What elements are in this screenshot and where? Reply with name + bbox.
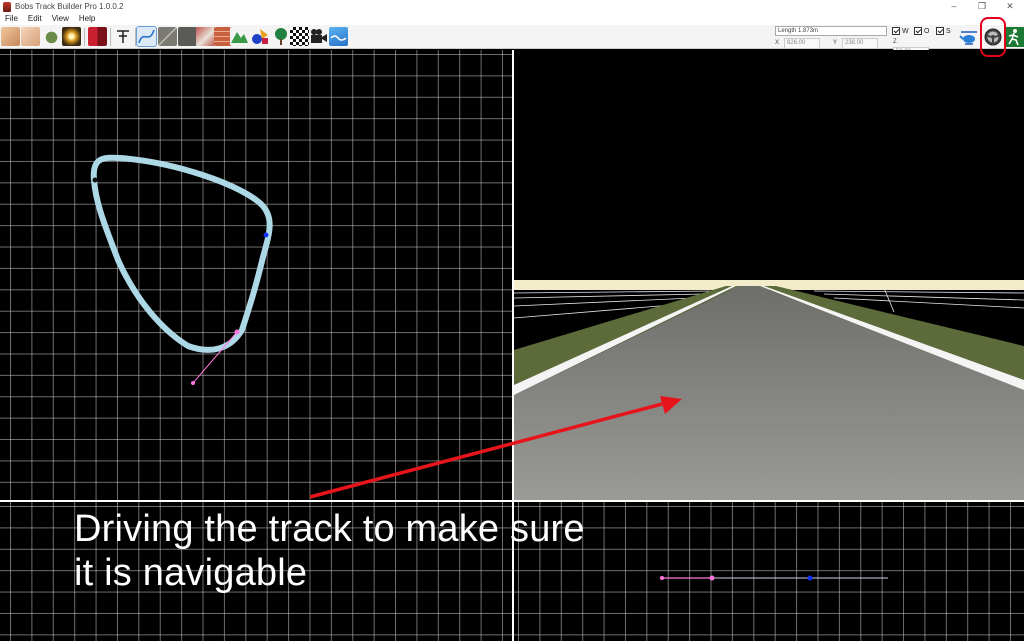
menu-help[interactable]: Help [74, 13, 100, 25]
hand-select-icon[interactable] [1, 27, 20, 46]
highlight-ring-annotation [980, 17, 1006, 57]
tangent-handle-line [192, 331, 238, 384]
mountain-terrain-icon[interactable] [230, 27, 249, 46]
position-readouts: Length 1.873m X826.00 Y238.00 Z58.00 [775, 26, 929, 58]
terrain-map-icon[interactable] [42, 27, 61, 46]
y-coordinate: Y 238.00 [833, 38, 878, 49]
control-point-selected[interactable] [263, 232, 269, 238]
driving-3d-view[interactable] [514, 50, 1024, 500]
minimize-button[interactable]: – [940, 0, 968, 13]
spline-curve-icon[interactable] [136, 26, 157, 47]
toggle-o[interactable]: O [914, 27, 929, 35]
tree-object-icon[interactable] [271, 27, 290, 46]
book-icon[interactable] [88, 27, 107, 46]
asphalt-texture-icon[interactable] [178, 27, 197, 46]
y-value-field[interactable]: 238.00 [842, 38, 878, 49]
road-surface-icon[interactable] [158, 27, 177, 46]
checkered-flag-icon[interactable] [290, 27, 309, 46]
menu-file[interactable]: File [0, 13, 23, 25]
profile-point-pink[interactable] [709, 575, 715, 581]
horizontal-divider[interactable] [0, 500, 1024, 502]
node-tool-icon[interactable] [114, 27, 133, 46]
menu-view[interactable]: View [47, 13, 74, 25]
app-window: Bobs Track Builder Pro 1.0.0.2 – ❐ ✕ Fil… [0, 0, 1024, 641]
x-value-field[interactable]: 826.00 [784, 38, 820, 49]
track-outline[interactable] [90, 154, 273, 353]
toggle-w[interactable]: W [892, 27, 909, 35]
tangent-handle-point[interactable] [191, 381, 195, 385]
hand-pan-icon[interactable] [21, 27, 40, 46]
x-coordinate: X 826.00 [775, 38, 820, 49]
title-bar: Bobs Track Builder Pro 1.0.0.2 – ❐ ✕ [0, 0, 1024, 13]
close-button[interactable]: ✕ [996, 0, 1024, 13]
helicopter-view-icon[interactable] [959, 27, 979, 47]
sky [514, 50, 1024, 281]
restore-button[interactable]: ❐ [968, 0, 996, 13]
length-readout: Length 1.873m [775, 26, 887, 36]
barrier-icon[interactable] [196, 27, 215, 46]
checkbox-w[interactable] [892, 27, 900, 35]
checkbox-s[interactable] [936, 27, 944, 35]
annotation-caption: Driving the track to make sure it is nav… [74, 508, 585, 594]
app-logo-icon [3, 1, 11, 12]
menu-edit[interactable]: Edit [23, 13, 47, 25]
profile-point-pink-start[interactable] [660, 576, 664, 580]
control-point-start[interactable] [92, 177, 98, 183]
run-exit-icon[interactable] [1004, 27, 1024, 47]
camera-icon[interactable] [309, 27, 328, 46]
lighting-sun-icon[interactable] [62, 27, 81, 46]
toolbar: Length 1.873m X826.00 Y238.00 Z58.00 W O… [0, 25, 1024, 58]
profile-point-blue[interactable] [807, 575, 813, 581]
water-icon[interactable] [329, 27, 348, 46]
checkbox-o[interactable] [914, 27, 922, 35]
shapes-object-icon[interactable] [251, 27, 270, 46]
toggle-s[interactable]: S [936, 27, 951, 35]
menu-bar: File Edit View Help [0, 13, 1024, 25]
window-title: Bobs Track Builder Pro 1.0.0.2 [15, 2, 124, 11]
plan-view[interactable] [0, 50, 512, 500]
window-controls: – ❐ ✕ [940, 0, 1024, 13]
z-coordinate: Z58.00 [893, 38, 929, 58]
